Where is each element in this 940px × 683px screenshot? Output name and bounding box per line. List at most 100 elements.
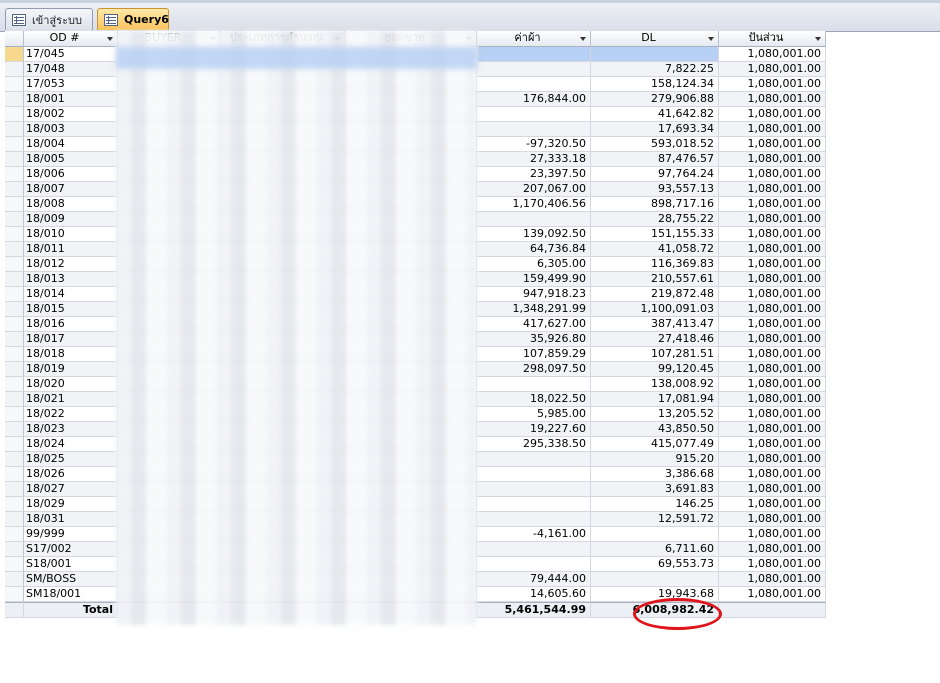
cell-dl[interactable]: 387,413.47 [591,317,719,332]
cell-kp[interactable]: 1,170,406.56 [477,197,591,212]
cell-share[interactable]: 1,080,001.00 [719,542,826,557]
cell-dl[interactable]: 27,418.46 [591,332,719,347]
cell-od[interactable]: S18/001 [24,557,118,572]
cell-share[interactable]: 1,080,001.00 [719,317,826,332]
cell-share[interactable]: 1,080,001.00 [719,392,826,407]
cell-share[interactable]: 1,080,001.00 [719,272,826,287]
cell-share[interactable]: 1,080,001.00 [719,47,826,62]
cell-share[interactable]: 1,080,001.00 [719,347,826,362]
record-selector[interactable] [5,407,24,422]
cell-od[interactable]: 18/010 [24,227,118,242]
cell-kp[interactable]: 1,348,291.99 [477,302,591,317]
cell-od[interactable]: 18/024 [24,437,118,452]
cell-kp[interactable]: 18,022.50 [477,392,591,407]
cell-share[interactable]: 1,080,001.00 [719,527,826,542]
cell-kp[interactable]: 14,605.60 [477,587,591,602]
chevron-down-icon[interactable] [708,37,714,41]
cell-kp[interactable] [477,122,591,137]
cell-od[interactable]: 18/014 [24,287,118,302]
cell-kp[interactable] [477,542,591,557]
record-selector[interactable] [5,272,24,287]
cell-kp[interactable]: 107,859.29 [477,347,591,362]
cell-share[interactable]: 1,080,001.00 [719,362,826,377]
cell-dl[interactable]: 28,755.22 [591,212,719,227]
cell-share[interactable]: 1,080,001.00 [719,287,826,302]
cell-kp[interactable]: 64,736.84 [477,242,591,257]
record-selector[interactable] [5,287,24,302]
cell-dl[interactable]: 898,717.16 [591,197,719,212]
cell-od[interactable]: 18/002 [24,107,118,122]
record-selector[interactable] [5,557,24,572]
cell-dl[interactable]: 146.25 [591,497,719,512]
record-selector[interactable] [5,392,24,407]
column-header-kp[interactable]: ค่าผ้า [477,31,591,47]
cell-od[interactable]: 99/999 [24,527,118,542]
cell-share[interactable]: 1,080,001.00 [719,227,826,242]
cell-share[interactable]: 1,080,001.00 [719,422,826,437]
record-selector[interactable] [5,137,24,152]
cell-dl[interactable]: 915.20 [591,452,719,467]
cell-dl[interactable]: 138,008.92 [591,377,719,392]
cell-dl[interactable]: 107,281.51 [591,347,719,362]
cell-share[interactable]: 1,080,001.00 [719,257,826,272]
cell-kp[interactable] [477,467,591,482]
record-selector[interactable] [5,542,24,557]
cell-od[interactable]: 18/025 [24,452,118,467]
record-selector[interactable] [5,62,24,77]
cell-share[interactable]: 1,080,001.00 [719,197,826,212]
column-header-share[interactable]: ปันส่วน [719,31,826,47]
cell-dl[interactable]: 219,872.48 [591,287,719,302]
cell-od[interactable]: 17/053 [24,77,118,92]
cell-share[interactable]: 1,080,001.00 [719,572,826,587]
record-selector[interactable] [5,317,24,332]
cell-od[interactable]: SM18/001 [24,587,118,602]
cell-dl[interactable] [591,47,719,62]
cell-od[interactable]: 18/012 [24,257,118,272]
record-selector[interactable] [5,167,24,182]
column-header-dl[interactable]: DL [591,31,719,47]
cell-share[interactable]: 1,080,001.00 [719,107,826,122]
cell-kp[interactable] [477,47,591,62]
cell-dl[interactable]: 3,691.83 [591,482,719,497]
cell-od[interactable]: 18/003 [24,122,118,137]
cell-od[interactable]: 18/013 [24,272,118,287]
cell-dl[interactable] [591,527,719,542]
cell-kp[interactable]: 6,305.00 [477,257,591,272]
cell-dl[interactable]: 43,850.50 [591,422,719,437]
cell-share[interactable]: 1,080,001.00 [719,62,826,77]
record-selector[interactable] [5,182,24,197]
cell-od[interactable]: 18/008 [24,197,118,212]
record-selector[interactable] [5,242,24,257]
cell-od[interactable]: 18/001 [24,92,118,107]
cell-kp[interactable]: 176,844.00 [477,92,591,107]
record-selector[interactable] [5,77,24,92]
column-header-od[interactable]: OD # [24,31,118,47]
cell-kp[interactable]: 159,499.90 [477,272,591,287]
cell-dl[interactable]: 6,711.60 [591,542,719,557]
cell-share[interactable]: 1,080,001.00 [719,182,826,197]
cell-kp[interactable]: 35,926.80 [477,332,591,347]
cell-share[interactable]: 1,080,001.00 [719,302,826,317]
cell-share[interactable]: 1,080,001.00 [719,437,826,452]
cell-share[interactable]: 1,080,001.00 [719,137,826,152]
cell-dl[interactable]: 41,058.72 [591,242,719,257]
cell-dl[interactable] [591,572,719,587]
cell-od[interactable]: 18/026 [24,467,118,482]
cell-kp[interactable] [477,62,591,77]
cell-kp[interactable]: 947,918.23 [477,287,591,302]
cell-share[interactable]: 1,080,001.00 [719,452,826,467]
cell-share[interactable]: 1,080,001.00 [719,77,826,92]
cell-kp[interactable] [477,482,591,497]
cell-dl[interactable]: 210,557.61 [591,272,719,287]
cell-od[interactable]: 18/020 [24,377,118,392]
cell-dl[interactable]: 3,386.68 [591,467,719,482]
cell-dl[interactable]: 17,081.94 [591,392,719,407]
cell-dl[interactable]: 99,120.45 [591,362,719,377]
cell-kp[interactable] [477,212,591,227]
cell-share[interactable]: 1,080,001.00 [719,332,826,347]
record-selector[interactable] [5,572,24,587]
record-selector[interactable] [5,377,24,392]
record-selector[interactable] [5,332,24,347]
cell-od[interactable]: 18/017 [24,332,118,347]
cell-kp[interactable] [477,512,591,527]
